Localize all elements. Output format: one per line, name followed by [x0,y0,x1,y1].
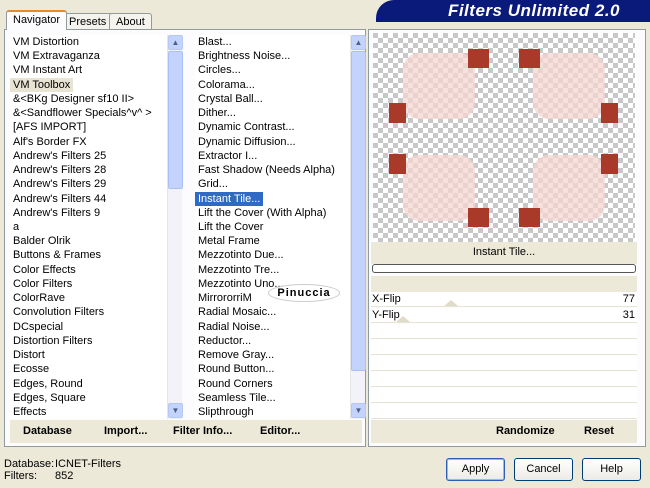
filter-item[interactable]: Crystal Ball... [195,92,266,106]
preview-image[interactable] [373,33,635,242]
scroll-thumb[interactable] [351,51,366,371]
slider-thumb[interactable] [396,316,411,322]
filter-item[interactable]: Brightness Noise... [195,49,293,63]
cancel-button[interactable]: Cancel [514,458,573,481]
filter-item[interactable]: Round Button... [195,362,277,376]
filter-item[interactable]: Remove Gray... [195,348,277,362]
category-list[interactable]: VM Distortion VM Extravaganza VM Instant A… [10,35,167,419]
filter-scrollbar[interactable]: ▲ ▼ [350,35,366,419]
filter-item[interactable]: Lift the Cover [195,220,266,234]
tab-about[interactable]: About [109,13,152,30]
database-button[interactable]: Database [23,425,72,437]
scroll-thumb[interactable] [168,51,183,189]
category-item[interactable]: Distortion Filters [10,334,95,348]
filter-item[interactable]: Dynamic Diffusion... [195,135,299,149]
filter-item[interactable]: Dynamic Contrast... [195,120,298,134]
watermark: Pinuccia [268,284,340,302]
filters-count-value: 852 [55,470,74,482]
database-label: Database: [4,458,55,470]
category-item[interactable]: Convolution Filters [10,305,107,319]
category-item[interactable]: Andrew's Filters 44 [10,192,109,206]
help-button[interactable]: Help [582,458,641,481]
editor-button[interactable]: Editor... [260,425,300,437]
filter-item[interactable]: Metal Frame [195,234,263,248]
category-item[interactable]: VM Instant Art [10,63,85,77]
filter-item[interactable]: MirrororriM [195,291,255,305]
scroll-up-icon[interactable]: ▲ [351,35,366,50]
filter-item[interactable]: Extractor I... [195,149,260,163]
slider-value: 77 [622,293,635,305]
category-item[interactable]: DCspecial [10,320,66,334]
category-item[interactable]: Edges, Round [10,377,86,391]
slider-value: 31 [622,309,635,321]
empty-slider-row [371,388,637,403]
apply-button[interactable]: Apply [446,458,505,481]
category-scrollbar[interactable]: ▲ ▼ [167,35,183,419]
category-item[interactable]: Andrew's Filters 28 [10,163,109,177]
tab-navigator[interactable]: Navigator [6,10,68,30]
import-button[interactable]: Import... [104,425,147,437]
category-item[interactable]: Andrew's Filters 25 [10,149,109,163]
app-title-banner: Filters Unlimited 2.0 [376,0,650,22]
filter-item[interactable]: Reductor... [195,334,254,348]
category-item[interactable]: Alf's Border FX [10,135,90,149]
filter-item[interactable]: Seamless Tile... [195,391,279,405]
category-item[interactable]: Andrew's Filters 9 [10,206,103,220]
scroll-up-icon[interactable]: ▲ [168,35,183,50]
filter-item[interactable]: Mezzotinto Tre... [195,263,282,277]
filter-item[interactable]: Grid... [195,177,231,191]
category-item[interactable]: a [10,220,22,234]
filter-item[interactable]: Fast Shadow (Needs Alpha) [195,163,338,177]
filter-item[interactable]: Radial Noise... [195,320,273,334]
filter-name-label: Instant Tile... [472,246,536,258]
category-item[interactable]: &<Sandflower Specials^v^ > [10,106,155,120]
category-item[interactable]: Andrew's Filters 29 [10,177,109,191]
empty-slider-row [371,340,637,355]
filter-item[interactable]: Circles... [195,63,244,77]
category-item[interactable]: Buttons & Frames [10,248,104,262]
filter-item[interactable]: Mezzotinto Due... [195,248,287,262]
empty-slider-row [371,356,637,371]
category-item[interactable]: [AFS IMPORT] [10,120,89,134]
filter-item[interactable]: Colorama... [195,78,258,92]
randomize-button[interactable]: Randomize [496,425,555,437]
category-item[interactable]: ColorRave [10,291,68,305]
category-item[interactable]: &<BKg Designer sf10 II> [10,92,137,106]
filter-list[interactable]: Blast... Brightness Noise... Circles... Col… [195,35,350,419]
filter-item[interactable]: Lift the Cover (With Alpha) [195,206,329,220]
scroll-down-icon[interactable]: ▼ [168,403,183,418]
filters-count-label: Filters: [4,470,37,482]
category-item[interactable]: Color Effects [10,263,79,277]
category-item[interactable]: Edges, Square [10,391,89,405]
category-item[interactable]: Distort [10,348,48,362]
category-item[interactable]: VM Toolbox [10,77,74,92]
slider-y-flip[interactable]: Y-Flip 31 [371,308,637,323]
category-item[interactable]: Color Filters [10,277,75,291]
category-item[interactable]: VM Extravaganza [10,49,103,63]
slider-x-flip[interactable]: X-Flip 77 [371,292,637,307]
category-item[interactable]: Balder Olrik [10,234,73,248]
filter-item[interactable]: Instant Tile... [195,191,264,206]
category-item[interactable]: VM Distortion [10,35,82,49]
navigator-toolbar: Database Import... Filter Info... Editor… [10,420,362,443]
tab-presets[interactable]: Presets [62,13,114,30]
database-value: ICNET-Filters [55,458,121,470]
category-item[interactable]: Effects [10,405,49,419]
filter-info-button[interactable]: Filter Info... [173,425,232,437]
empty-slider-row [371,324,637,339]
category-item[interactable]: Ecosse [10,362,52,376]
reset-button[interactable]: Reset [584,425,614,437]
scroll-down-icon[interactable]: ▼ [351,403,366,418]
filter-item[interactable]: Radial Mosaic... [195,305,279,319]
slider-label: X-Flip [372,293,401,305]
progress-bar [372,264,636,273]
empty-slider-row [371,372,637,387]
filter-item[interactable]: Round Corners [195,377,276,391]
empty-slider-row [371,404,637,419]
filter-item[interactable]: Slipthrough [195,405,257,419]
filter-item[interactable]: Blast... [195,35,235,49]
slider-thumb[interactable] [444,300,459,306]
filter-item[interactable]: Dither... [195,106,239,120]
